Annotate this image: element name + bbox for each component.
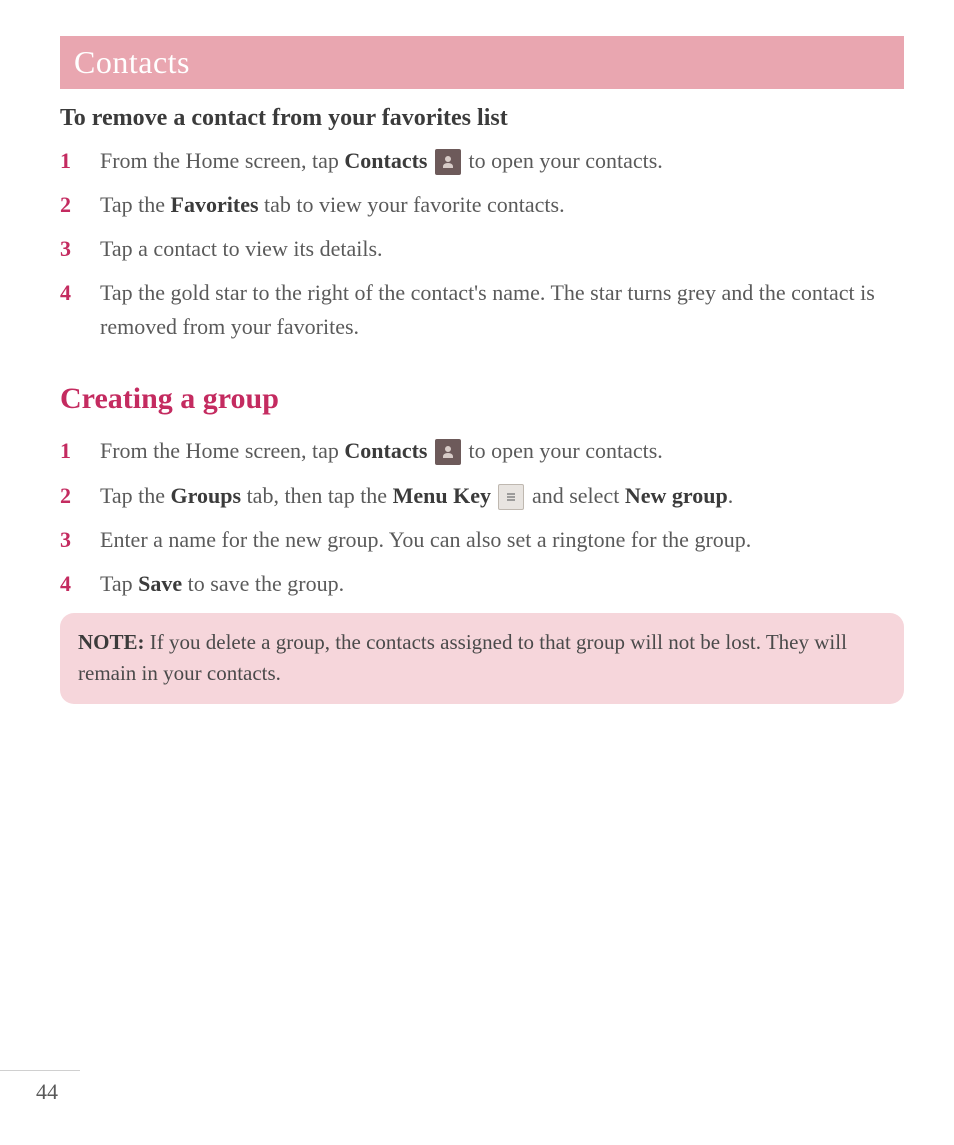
header-bar: Contacts: [60, 36, 904, 89]
step-text: From the Home screen, tap Contacts to op…: [100, 144, 904, 178]
menu-key-icon: [498, 484, 524, 510]
step-number: 1: [60, 434, 100, 468]
note-text: If you delete a group, the contacts assi…: [78, 630, 847, 686]
step-text: Enter a name for the new group. You can …: [100, 523, 904, 557]
step-text: Tap Save to save the group.: [100, 567, 904, 601]
remove-steps-list: 1 From the Home screen, tap Contacts to …: [60, 144, 904, 344]
step-text: Tap the Groups tab, then tap the Menu Ke…: [100, 479, 904, 513]
note-label: NOTE:: [78, 630, 145, 654]
step-text: Tap the Favorites tab to view your favor…: [100, 188, 904, 222]
step-number: 3: [60, 523, 100, 557]
page-number: 44: [36, 1079, 954, 1105]
step-text: Tap a contact to view its details.: [100, 232, 904, 266]
footer-divider: [0, 1070, 80, 1071]
step-number: 3: [60, 232, 100, 266]
list-item: 3 Enter a name for the new group. You ca…: [60, 523, 904, 557]
list-item: 1 From the Home screen, tap Contacts to …: [60, 144, 904, 178]
list-item: 1 From the Home screen, tap Contacts to …: [60, 434, 904, 468]
step-number: 4: [60, 276, 100, 310]
subheading-remove-favorite: To remove a contact from your favorites …: [60, 105, 904, 132]
note-box: NOTE: If you delete a group, the contact…: [60, 613, 904, 704]
create-steps-list: 1 From the Home screen, tap Contacts to …: [60, 434, 904, 600]
step-number: 2: [60, 188, 100, 222]
section-heading-creating-group: Creating a group: [60, 382, 904, 416]
document-page: Contacts To remove a contact from your f…: [0, 0, 954, 754]
step-number: 1: [60, 144, 100, 178]
list-item: 3 Tap a contact to view its details.: [60, 232, 904, 266]
step-number: 4: [60, 567, 100, 601]
step-text: From the Home screen, tap Contacts to op…: [100, 434, 904, 468]
step-number: 2: [60, 479, 100, 513]
list-item: 2 Tap the Favorites tab to view your fav…: [60, 188, 904, 222]
page-title: Contacts: [74, 44, 890, 81]
list-item: 4 Tap the gold star to the right of the …: [60, 276, 904, 344]
step-text: Tap the gold star to the right of the co…: [100, 276, 904, 344]
list-item: 4 Tap Save to save the group.: [60, 567, 904, 601]
list-item: 2 Tap the Groups tab, then tap the Menu …: [60, 479, 904, 513]
page-footer: 44: [0, 1070, 954, 1105]
contacts-icon: [435, 149, 461, 175]
contacts-icon: [435, 439, 461, 465]
